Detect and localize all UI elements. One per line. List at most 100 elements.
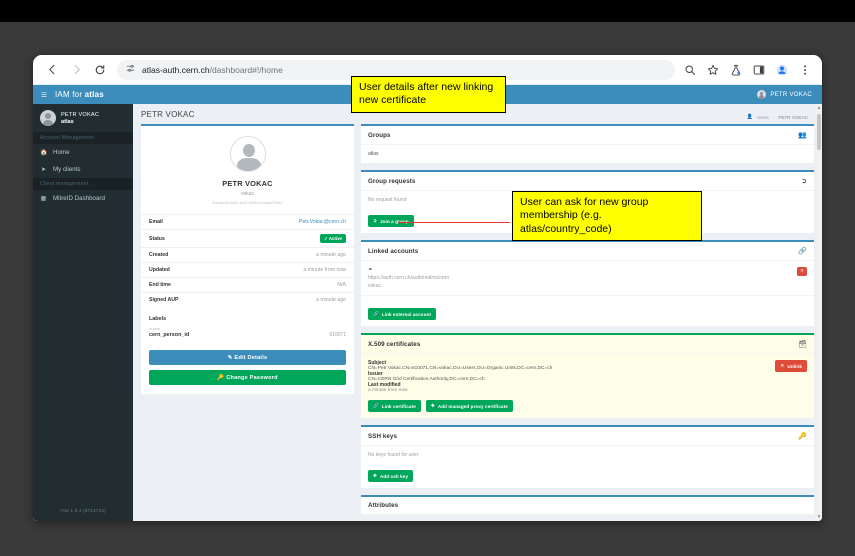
forward-arrow-icon[interactable]	[65, 59, 87, 81]
unlink-certificate-button[interactable]: ✕Unlink	[775, 360, 807, 372]
add-managed-proxy-certificate-button[interactable]: ✚Add managed proxy certificate	[426, 400, 513, 412]
link-certificate-label: Link certificate	[382, 404, 416, 409]
row-value-email[interactable]: Petr.Vokac@cern.ch	[299, 219, 346, 225]
group-requests-panel-header: Group requests ➲	[361, 172, 814, 191]
sidebar-user-org: atlas	[61, 119, 99, 125]
linked-account-row: ⚭ https://auth.cern.ch/auth/realms/cern …	[368, 267, 807, 289]
edit-details-button[interactable]: ✎ Edit Details	[149, 350, 346, 365]
link-certificate-button[interactable]: 🔗Link certificate	[368, 400, 421, 412]
content-scrollbar[interactable]: ▲ ▼	[816, 104, 822, 521]
certificate-actions: 🔗Link certificate ✚Add managed proxy cer…	[368, 400, 807, 412]
row-key: Status	[149, 236, 165, 242]
hamburger-menu-icon[interactable]: ☰	[33, 91, 55, 99]
header-user-name: PETR VOKAC	[770, 92, 812, 98]
row-value: a minute ago	[316, 297, 346, 303]
user-icon: 👤	[747, 114, 753, 120]
remove-x-icon[interactable]: ✕	[797, 267, 807, 276]
row-value: a minute from now	[303, 267, 346, 273]
sidebar-item-my-clients[interactable]: ➤ My clients	[33, 161, 133, 178]
details-column: Groups 👥 atlas Group requests	[361, 124, 814, 521]
row-key: Signed AUP	[149, 297, 179, 303]
groups-title: Groups	[368, 132, 391, 139]
groups-panel-header: Groups 👥	[361, 126, 814, 145]
label-namespace: hr.cern	[149, 327, 189, 331]
row-key: Email	[149, 219, 163, 225]
x509-title: X.509 certificates	[368, 341, 420, 348]
scroll-up-icon[interactable]: ▲	[816, 104, 822, 112]
extensions-icon[interactable]	[729, 63, 743, 77]
link-external-account-button[interactable]: 🔗Link external account	[368, 308, 436, 320]
link-icon[interactable]: 🔗	[798, 247, 807, 255]
linked-accounts-panel: Linked accounts 🔗 ⚭ https://auth.cern.ch…	[361, 240, 814, 326]
breadcrumb-current: PETR VOKAC	[778, 115, 808, 120]
brand-prefix: IAM for	[55, 90, 85, 99]
key-icon[interactable]: 🔑	[798, 432, 807, 440]
attributes-panel: Attributes	[361, 495, 814, 515]
x509-certificates-panel: X.509 certificates 🗃 Subject CN=Petr Vok…	[361, 333, 814, 418]
row-key: End time	[149, 282, 171, 288]
dashboard-icon: ▦	[40, 195, 47, 202]
sidebar-section-account-management: Account Management	[33, 132, 133, 144]
status-badge: ✓ Active	[320, 234, 346, 243]
bookmark-star-icon[interactable]	[706, 63, 720, 77]
scrollbar-thumb[interactable]	[817, 114, 821, 150]
split-screen-icon[interactable]	[752, 63, 766, 77]
remove-x-icon: ✕	[780, 363, 784, 369]
url-host: atlas-auth.cern.ch	[142, 65, 210, 75]
change-password-button[interactable]: 🔑 Change Password	[149, 370, 346, 385]
label-name: cern_person_id	[149, 332, 189, 338]
table-row: Status ✓ Active	[141, 229, 354, 247]
plus-icon: ✚	[431, 403, 435, 409]
sign-in-icon: ➲	[373, 218, 377, 224]
sign-in-icon[interactable]: ➲	[801, 177, 807, 185]
key-icon: 🔑	[217, 375, 224, 381]
scroll-down-icon[interactable]: ▼	[816, 513, 822, 521]
back-arrow-icon[interactable]	[41, 59, 63, 81]
profile-uuid: fb6ade44-5a02-4ac5-b995-e14dad139fa0	[141, 201, 354, 205]
add-ssh-key-label: Add ssh key	[380, 474, 408, 479]
attributes-panel-header: Attributes	[361, 497, 814, 515]
linked-account-issuer: https://auth.cern.ch/auth/realms/cern	[368, 275, 797, 281]
certificate-row: Subject CN=Petr Vokac,CN=610071,CN=vokac…	[368, 360, 807, 393]
sidebar: PETR VOKAC atlas Account Management 🏠 Ho…	[33, 104, 133, 521]
app-brand[interactable]: IAM for atlas	[55, 90, 104, 99]
profile-avatar-icon[interactable]	[775, 63, 789, 77]
breadcrumb-users[interactable]: Users	[757, 115, 769, 120]
add-ssh-key-button[interactable]: ✚Add ssh key	[368, 470, 413, 482]
plus-icon: ✚	[373, 473, 377, 479]
ssh-keys-empty: No keys found for user	[368, 452, 807, 458]
table-row: Signed AUP a minute ago	[141, 292, 354, 307]
list-item: atlas	[368, 151, 807, 157]
link-icon: 🔗	[373, 403, 379, 409]
table-row: Email Petr.Vokac@cern.ch	[141, 214, 354, 229]
edit-details-label: Edit Details	[234, 355, 267, 361]
search-icon[interactable]	[683, 63, 697, 77]
url-path: /dashboard#!/home	[210, 65, 283, 75]
reload-icon[interactable]	[89, 59, 111, 81]
brand-name: atlas	[85, 90, 104, 99]
openid-icon: ⚭	[368, 267, 797, 273]
sidebar-version: IAM 1.8.4 (8714724)	[33, 502, 133, 521]
group-users-icon[interactable]: 👥	[798, 131, 807, 139]
sidebar-item-label: My clients	[53, 166, 81, 173]
sidebar-user-panel[interactable]: PETR VOKAC atlas	[33, 104, 133, 132]
page-title: PETR VOKAC	[141, 110, 195, 119]
certificate-icon[interactable]: 🗃	[798, 340, 807, 348]
labels-heading: Labels	[141, 307, 354, 325]
more-menu-icon[interactable]	[798, 63, 812, 77]
avatar	[40, 110, 56, 126]
sidebar-item-mitreid-dashboard[interactable]: ▦ MitreID Dashboard	[33, 190, 133, 207]
change-password-label: Change Password	[226, 375, 278, 381]
sidebar-item-home[interactable]: 🏠 Home	[33, 144, 133, 161]
paper-plane-icon: ➤	[40, 166, 47, 173]
table-row: End time N/A	[141, 277, 354, 292]
user-avatar-icon	[230, 136, 266, 172]
link-icon: 🔗	[373, 311, 379, 317]
header-user-menu[interactable]: PETR VOKAC	[757, 90, 822, 99]
site-settings-icon[interactable]	[126, 64, 135, 75]
content-columns: PETR VOKAC vokac fb6ade44-5a02-4ac5-b995…	[133, 124, 822, 521]
breadcrumb-separator: ·	[773, 115, 775, 120]
home-icon: 🏠	[40, 149, 47, 156]
row-key: Updated	[149, 267, 170, 273]
ssh-keys-panel-body: No keys found for user ✚Add ssh key	[361, 446, 814, 488]
